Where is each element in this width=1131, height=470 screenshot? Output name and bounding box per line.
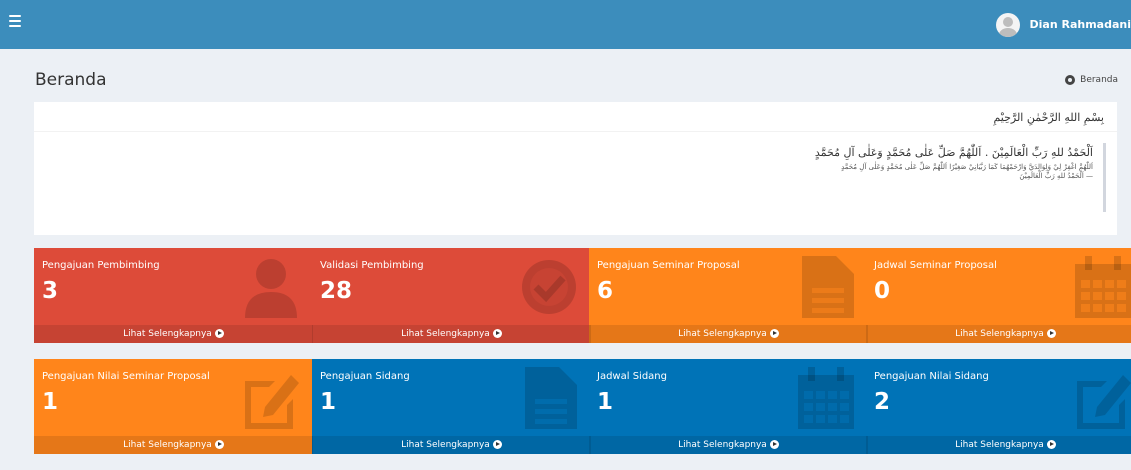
arrow-circle-right-icon bbox=[214, 329, 224, 338]
dashboard-icon bbox=[1065, 75, 1076, 85]
box-pengajuan-pembimbing: Pengajuan Pembimbing 3 Lihat Selengkapny… bbox=[34, 248, 313, 343]
more-info-link[interactable]: Lihat Selengkapnya bbox=[34, 436, 313, 454]
divider bbox=[34, 131, 1117, 132]
box-count: 1 bbox=[597, 389, 614, 415]
box-count: 1 bbox=[42, 389, 59, 415]
card-heading: بِسْمِ اللهِ الرَّحْمٰنِ الرَّحِيْمِ bbox=[993, 111, 1104, 124]
more-info-label: Lihat Selengkapnya bbox=[401, 440, 490, 450]
more-info-link[interactable]: Lihat Selengkapnya bbox=[866, 436, 1131, 454]
more-info-link[interactable]: Lihat Selengkapnya bbox=[589, 436, 868, 454]
quote-line: — اَلْحَمْدُ للهِ رَبِّ الْعَالَمِيْنَ bbox=[1019, 172, 1093, 180]
arrow-circle-right-icon bbox=[492, 440, 502, 449]
more-info-label: Lihat Selengkapnya bbox=[955, 440, 1044, 450]
greeting-quote: اَلْحَمْدُ للهِ رَبِّ الْعَالَمِيْنَ . ا… bbox=[626, 143, 1106, 212]
menu-toggle-icon[interactable] bbox=[9, 15, 21, 29]
box-title: Pengajuan Sidang bbox=[320, 371, 410, 382]
user-icon bbox=[245, 259, 297, 318]
more-info-link[interactable]: Lihat Selengkapnya bbox=[312, 436, 591, 454]
arrow-circle-right-icon bbox=[1046, 440, 1056, 449]
box-count: 0 bbox=[874, 278, 891, 304]
box-pengajuan-nilai-sidang: Pengajuan Nilai Sidang 2 Lihat Selengkap… bbox=[866, 359, 1131, 454]
more-info-link[interactable]: Lihat Selengkapnya bbox=[589, 325, 868, 343]
box-pengajuan-seminar-proposal: Pengajuan Seminar Proposal 6 Lihat Selen… bbox=[589, 248, 868, 343]
arrow-circle-right-icon bbox=[769, 329, 779, 338]
box-pengajuan-nilai-seminar-proposal: Pengajuan Nilai Seminar Proposal 1 Lihat… bbox=[34, 359, 313, 454]
more-info-label: Lihat Selengkapnya bbox=[678, 440, 767, 450]
breadcrumb: Beranda bbox=[1065, 75, 1118, 85]
more-info-label: Lihat Selengkapnya bbox=[678, 329, 767, 339]
box-jadwal-sidang: Jadwal Sidang 1 Lihat Selengkapnya bbox=[589, 359, 868, 454]
more-info-link[interactable]: Lihat Selengkapnya bbox=[34, 325, 313, 343]
box-title: Jadwal Seminar Proposal bbox=[874, 260, 997, 271]
check-circle-icon bbox=[522, 260, 576, 314]
more-info-label: Lihat Selengkapnya bbox=[955, 329, 1044, 339]
greeting-card: بِسْمِ اللهِ الرَّحْمٰنِ الرَّحِيْمِ اَل… bbox=[34, 102, 1117, 235]
box-title: Pengajuan Pembimbing bbox=[42, 260, 160, 271]
box-title: Pengajuan Nilai Sidang bbox=[874, 371, 989, 382]
more-info-label: Lihat Selengkapnya bbox=[123, 329, 212, 339]
box-title: Validasi Pembimbing bbox=[320, 260, 424, 271]
box-title: Pengajuan Nilai Seminar Proposal bbox=[42, 371, 210, 382]
box-count: 1 bbox=[320, 389, 337, 415]
arrow-circle-right-icon bbox=[214, 440, 224, 449]
more-info-link[interactable]: Lihat Selengkapnya bbox=[866, 325, 1131, 343]
avatar[interactable] bbox=[995, 12, 1020, 37]
box-count: 28 bbox=[320, 278, 353, 304]
edit-icon bbox=[245, 375, 299, 429]
box-title: Jadwal Sidang bbox=[597, 371, 667, 382]
box-count: 2 bbox=[874, 389, 891, 415]
box-count: 3 bbox=[42, 278, 59, 304]
box-validasi-pembimbing: Validasi Pembimbing 28 Lihat Selengkapny… bbox=[312, 248, 591, 343]
quote-line: اَلْحَمْدُ للهِ رَبِّ الْعَالَمِيْنَ . ا… bbox=[814, 146, 1093, 159]
quote-line: اَللّٰهُمَّ اغْفِرْ لِيْ وَلِوَالِدَيَّ … bbox=[841, 163, 1093, 171]
edit-icon bbox=[1077, 375, 1131, 429]
arrow-circle-right-icon bbox=[1046, 329, 1056, 338]
more-info-link[interactable]: Lihat Selengkapnya bbox=[312, 325, 591, 343]
calendar-icon bbox=[1075, 256, 1131, 318]
calendar-icon bbox=[798, 367, 854, 429]
file-icon bbox=[525, 367, 577, 429]
page-title: Beranda bbox=[35, 70, 107, 90]
arrow-circle-right-icon bbox=[492, 329, 502, 338]
user-menu[interactable]: Dian Rahmadani bbox=[995, 0, 1131, 49]
username[interactable]: Dian Rahmadani bbox=[1030, 18, 1131, 31]
more-info-label: Lihat Selengkapnya bbox=[401, 329, 490, 339]
arrow-circle-right-icon bbox=[769, 440, 779, 449]
file-icon bbox=[802, 256, 854, 318]
breadcrumb-item[interactable]: Beranda bbox=[1080, 75, 1118, 85]
top-navbar: Dian Rahmadani bbox=[0, 0, 1131, 49]
box-jadwal-seminar-proposal: Jadwal Seminar Proposal 0 Lihat Selengka… bbox=[866, 248, 1131, 343]
box-title: Pengajuan Seminar Proposal bbox=[597, 260, 740, 271]
more-info-label: Lihat Selengkapnya bbox=[123, 440, 212, 450]
box-pengajuan-sidang: Pengajuan Sidang 1 Lihat Selengkapnya bbox=[312, 359, 591, 454]
box-count: 6 bbox=[597, 278, 614, 304]
